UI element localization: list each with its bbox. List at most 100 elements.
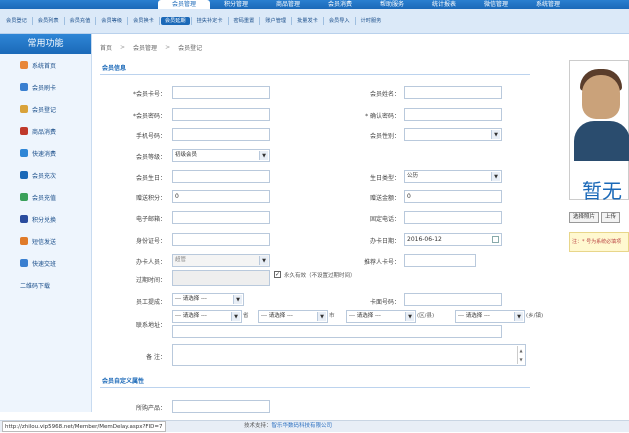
sidebar-item-points[interactable]: 积分兑换 [0, 208, 91, 230]
operator-value: 超管 [175, 257, 187, 263]
gender-select[interactable]: ▼ [404, 128, 502, 141]
sub-nav-lost-card[interactable]: 挂失补定卡 [193, 17, 227, 25]
card-face-input[interactable] [404, 293, 502, 306]
sidebar-item-shift[interactable]: 快速交班 [0, 252, 91, 274]
chevron-down-icon: ▼ [517, 314, 521, 320]
status-bar: http://zhilou.vip5968.net/Member/MemDela… [0, 420, 629, 432]
district-suffix: (区/县) [417, 313, 435, 319]
top-nav-wechat[interactable]: 微信管理 [470, 0, 522, 9]
top-nav-points[interactable]: 积分管理 [210, 0, 262, 9]
sub-nav-account[interactable]: 账户管理 [261, 17, 290, 25]
level-select[interactable]: 初级会员 ▼ [172, 149, 270, 162]
remark-textarea[interactable]: ▲ ▼ [172, 344, 526, 366]
avatar-icon [582, 75, 620, 119]
scrollbar[interactable]: ▲ ▼ [517, 346, 524, 364]
choose-photo-button[interactable]: 选择照片 [569, 212, 600, 223]
sub-nav-import[interactable]: 会员导入 [325, 17, 354, 25]
money-icon [20, 193, 28, 201]
sidebar-item-label: 系统首页 [32, 62, 57, 70]
footer-text: 技术支持：智乐华数码科技有限公司 [244, 421, 332, 432]
top-nav-goods[interactable]: 商品管理 [262, 0, 314, 9]
sub-nav-reset-password[interactable]: 密码重置 [230, 17, 259, 25]
phone-input[interactable] [172, 128, 270, 141]
top-nav-member[interactable]: 会员管理 [158, 0, 210, 9]
sub-nav-recharge[interactable]: 会员充值 [66, 17, 95, 25]
referrer-label: 推荐人卡号： [363, 259, 400, 266]
footer-prefix: 技术支持： [244, 423, 272, 429]
province-select[interactable]: --- 请选择 --- ▼ [172, 310, 242, 323]
avatar-body [574, 121, 629, 161]
purchase-input[interactable] [172, 400, 270, 413]
expiry-input[interactable] [172, 270, 270, 286]
top-nav-system[interactable]: 系统管理 [522, 0, 574, 9]
birthday-type-value: 公历 [407, 173, 419, 179]
open-date-label: 办卡日期： [369, 238, 400, 245]
expiry-label: 过期时间： [135, 277, 166, 284]
chevron-right-icon: > [165, 43, 171, 51]
calendar-icon[interactable] [492, 236, 499, 243]
sidebar-item-recharge[interactable]: 会员充值 [0, 186, 91, 208]
sub-nav-batch-card[interactable]: 批量发卡 [293, 17, 322, 25]
user-add-icon [20, 105, 28, 113]
upload-button[interactable]: 上传 [601, 212, 621, 223]
top-nav-help[interactable]: 帮助服务 [366, 0, 418, 9]
sidebar-item-register[interactable]: 会员登记 [0, 98, 91, 120]
password-label: *会员密码： [132, 113, 166, 120]
staff-select[interactable]: --- 请选择 --- ▼ [172, 293, 244, 306]
sidebar-item-label: 会员刷卡 [32, 84, 57, 92]
confirm-password-label: * 确认密码： [365, 113, 400, 120]
sidebar-item-home[interactable]: 系统首页 [0, 54, 91, 76]
birthday-input[interactable] [172, 170, 270, 183]
email-input[interactable] [172, 211, 270, 224]
sidebar-item-recharge-times[interactable]: 会员充次 [0, 164, 91, 186]
sub-nav-list[interactable]: 会员列表 [34, 17, 63, 25]
province-select-value: --- 请选择 --- [175, 313, 207, 319]
divider [158, 17, 160, 25]
sidebar-item-goods-consume[interactable]: 商品消费 [0, 120, 91, 142]
breadcrumb-member[interactable]: 会员管理 [133, 43, 157, 52]
breadcrumb-home[interactable]: 首页 [100, 43, 112, 52]
operator-select[interactable]: 超管 ▼ [172, 254, 270, 267]
divider [127, 17, 129, 25]
gender-label: 会员性别： [369, 133, 400, 140]
gift-points-input[interactable]: 0 [172, 190, 270, 203]
referrer-input[interactable] [404, 254, 476, 267]
sidebar-item-label: 二维码下载 [20, 282, 51, 290]
sub-nav-change-card[interactable]: 会员换卡 [129, 17, 158, 25]
sub-nav-extend[interactable]: 会员延期 [160, 17, 190, 25]
footer-link[interactable]: 智乐华数码科技有限公司 [272, 423, 333, 429]
chevron-down-icon: ▼ [236, 297, 240, 303]
password-input[interactable] [172, 108, 270, 121]
sidebar-item-sms[interactable]: 短信发送 [0, 230, 91, 252]
landline-input[interactable] [404, 211, 502, 224]
card-no-input[interactable] [172, 86, 270, 99]
district-select[interactable]: --- 请选择 --- ▼ [346, 310, 416, 323]
name-input[interactable] [404, 86, 502, 99]
open-date-input[interactable]: 2016-06-12 [404, 233, 502, 246]
divider [259, 17, 261, 25]
chevron-down-icon: ▼ [494, 174, 498, 180]
chevron-down-icon: ▼ [408, 314, 412, 320]
id-number-label: 身份证号： [135, 238, 166, 245]
town-select[interactable]: --- 请选择 --- ▼ [455, 310, 525, 323]
sidebar-item-label: 短信发送 [32, 238, 57, 246]
top-nav-consume[interactable]: 会员消费 [314, 0, 366, 9]
sidebar-item-qrcode[interactable]: 二维码下载 [0, 274, 91, 296]
permanent-checkbox[interactable]: ✓ [274, 271, 281, 278]
sub-nav-timing[interactable]: 计时服务 [357, 17, 386, 25]
message-icon [20, 237, 28, 245]
birthday-type-select[interactable]: 公历 ▼ [404, 170, 502, 183]
level-label: 会员等级： [135, 154, 166, 161]
city-select[interactable]: --- 请选择 --- ▼ [258, 310, 328, 323]
divider [31, 17, 33, 25]
address-input[interactable] [172, 325, 502, 338]
confirm-password-input[interactable] [404, 108, 502, 121]
sidebar-item-quick-consume[interactable]: 快速消费 [0, 142, 91, 164]
sub-nav-level[interactable]: 会员等级 [97, 17, 126, 25]
sidebar-item-swipe[interactable]: 会员刷卡 [0, 76, 91, 98]
gift-amount-input[interactable]: 0 [404, 190, 502, 203]
id-number-input[interactable] [172, 233, 270, 246]
sub-nav-register[interactable]: 会员登记 [2, 17, 31, 25]
top-nav-reports[interactable]: 统计报表 [418, 0, 470, 9]
phone-label: 手机号码： [135, 133, 166, 140]
